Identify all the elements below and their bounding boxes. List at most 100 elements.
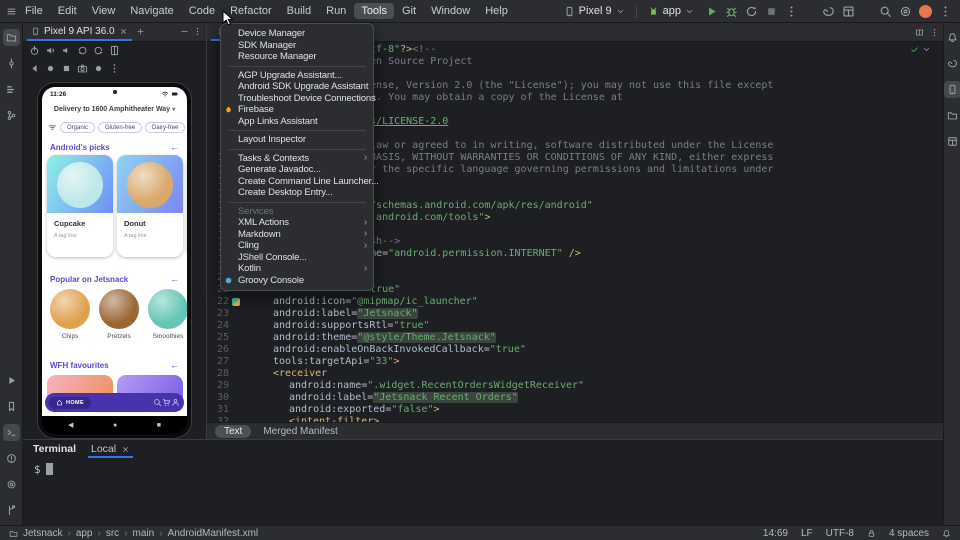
snack-card-donut[interactable]: DonutA tag line [117, 155, 183, 257]
arrow-icon[interactable]: ← [170, 142, 179, 152]
breadcrumb-app[interactable]: app [76, 528, 93, 539]
code-line[interactable]: android:exported="false"> [241, 404, 943, 416]
popular-item-chips[interactable]: Chips [50, 289, 90, 340]
menu-item-tasks-contexts[interactable]: Tasks & Contexts› [221, 153, 373, 165]
more-options-icon[interactable] [109, 63, 120, 74]
panel-options-icon[interactable] [193, 27, 202, 36]
menubar-item-run[interactable]: Run [319, 3, 353, 19]
popular-item-pretzels[interactable]: Pretzels [99, 289, 139, 340]
nav-profile-icon[interactable] [171, 398, 180, 407]
code-line[interactable]: android:label="Jetsnack Recent Orders" [241, 392, 943, 404]
more-vert-icon[interactable] [939, 5, 952, 18]
rotate-left-icon[interactable] [77, 45, 88, 56]
tool-strip-project[interactable] [3, 29, 20, 46]
running-devices-tab[interactable]: Pixel 9 API 36.0 [27, 23, 132, 41]
nav-home-button[interactable]: HOME [49, 397, 91, 409]
tool-strip-device-explorer[interactable] [944, 107, 960, 124]
terminal-output[interactable]: $ [23, 458, 943, 482]
volume-down-icon[interactable] [61, 45, 72, 56]
tool-strip-version-control[interactable] [3, 502, 20, 519]
tool-strip-bookmarks[interactable] [3, 398, 20, 415]
menu-item-groovy-console[interactable]: Groovy Console [221, 275, 373, 287]
indent-widget[interactable]: 4 spaces [889, 528, 929, 539]
readonly-lock-icon[interactable] [867, 529, 876, 538]
close-icon[interactable] [121, 445, 130, 454]
home-icon[interactable] [45, 63, 56, 74]
menu-item-jshell-console[interactable]: JShell Console... [221, 252, 373, 264]
tool-strip-gradle[interactable] [944, 55, 960, 72]
tool-strip-notifications[interactable] [944, 29, 960, 46]
menu-item-markdown[interactable]: Markdown› [221, 229, 373, 241]
hide-panel-icon[interactable] [180, 27, 189, 36]
menu-item-cling[interactable]: Cling› [221, 240, 373, 252]
device-selector[interactable]: Pixel 9 [560, 4, 629, 18]
add-device-tab-icon[interactable] [136, 27, 145, 36]
breadcrumb-src[interactable]: src [106, 528, 119, 539]
tool-strip-terminal[interactable] [3, 424, 20, 441]
run-config-selector[interactable]: app [644, 4, 698, 18]
tool-strip-problems[interactable] [3, 450, 20, 467]
tool-strip-commit[interactable] [3, 55, 20, 72]
rerun-button[interactable] [745, 5, 758, 18]
delivery-address-selector[interactable]: Delivery to 1600 Amphitheater Way ▾ [42, 102, 187, 116]
screenshot-icon[interactable] [77, 63, 88, 74]
overview-icon[interactable] [61, 63, 72, 74]
menu-item-app-links-assistant[interactable]: App Links Assistant [221, 116, 373, 128]
menu-item-troubleshoot-device-connections[interactable]: Troubleshoot Device Connections [221, 93, 373, 105]
code-line[interactable]: android:icon="@mipmap/ic_launcher" [241, 296, 943, 308]
popular-item-smoothies[interactable]: Smoothies [148, 289, 187, 340]
nav-cart-icon[interactable] [162, 398, 171, 407]
menu-item-xml-actions[interactable]: XML Actions› [221, 217, 373, 229]
code-line[interactable]: android:theme="@style/Theme.Jetsnack" [241, 332, 943, 344]
close-icon[interactable] [119, 27, 128, 36]
tab-merged-manifest[interactable]: Merged Manifest [254, 425, 346, 438]
snack-card-cupcake[interactable]: CupcakeA tag line [47, 155, 113, 257]
tool-strip-run[interactable] [3, 372, 20, 389]
inspections-widget[interactable] [910, 45, 931, 54]
fold-device-icon[interactable] [109, 45, 120, 56]
emulator-screen[interactable]: 11:26 Delivery to 1600 Amphitheater Way … [42, 87, 187, 434]
menu-item-sdk-manager[interactable]: SDK Manager [221, 40, 373, 52]
code-line[interactable]: android:enableOnBackInvokedCallback="tru… [241, 344, 943, 356]
tool-strip-structure[interactable] [3, 81, 20, 98]
editor-options-icon[interactable] [930, 28, 939, 37]
run-more-options-icon[interactable] [785, 5, 798, 18]
main-menu-icon[interactable] [6, 6, 17, 17]
menu-item-firebase[interactable]: Firebase [221, 104, 373, 116]
breadcrumb-main[interactable]: main [133, 528, 155, 539]
code-line[interactable]: android:name=".widget.RecentOrdersWidget… [241, 380, 943, 392]
screen-record-icon[interactable] [93, 63, 104, 74]
menubar-item-tools[interactable]: Tools [354, 3, 394, 19]
power-icon[interactable] [29, 45, 40, 56]
menu-item-services[interactable]: Services [221, 206, 373, 218]
breadcrumb-jetsnack[interactable]: Jetsnack [23, 528, 62, 539]
profile-avatar[interactable] [919, 5, 932, 18]
menubar-item-navigate[interactable]: Navigate [123, 3, 180, 19]
settings-gear-icon[interactable] [899, 5, 912, 18]
arrow-icon[interactable]: ← [170, 360, 179, 370]
menu-item-kotlin[interactable]: Kotlin› [221, 263, 373, 275]
volume-up-icon[interactable] [45, 45, 56, 56]
menu-item-device-manager[interactable]: Device Manager [221, 28, 373, 40]
tool-strip-services[interactable] [3, 476, 20, 493]
debug-button[interactable] [725, 5, 738, 18]
notifications-icon[interactable] [942, 529, 951, 538]
launcher-icon-preview[interactable] [232, 298, 240, 306]
caret-position-widget[interactable]: 14:69 [763, 528, 788, 539]
line-separator-widget[interactable]: LF [801, 528, 813, 539]
menu-item-generate-javadoc[interactable]: Generate Javadoc... [221, 164, 373, 176]
menubar-item-view[interactable]: View [85, 3, 123, 19]
system-back-button[interactable]: ◀ [68, 421, 73, 429]
sync-project-icon[interactable] [822, 5, 835, 18]
menubar-item-file[interactable]: File [18, 3, 50, 19]
menu-item-layout-inspector[interactable]: Layout Inspector [221, 134, 373, 146]
filter-chip-dairy-free[interactable]: Dairy-free [145, 122, 185, 133]
menu-item-agp-upgrade-assistant[interactable]: AGP Upgrade Assistant... [221, 70, 373, 82]
filter-chip-organic[interactable]: Organic [60, 122, 95, 133]
code-line[interactable]: <receiver [241, 368, 943, 380]
menubar-item-window[interactable]: Window [424, 3, 477, 19]
menubar-item-help[interactable]: Help [478, 3, 515, 19]
code-line[interactable]: android:label="Jetsnack" [241, 308, 943, 320]
menu-item-create-desktop-entry[interactable]: Create Desktop Entry... [221, 187, 373, 199]
code-line[interactable]: tools:targetApi="33"> [241, 356, 943, 368]
